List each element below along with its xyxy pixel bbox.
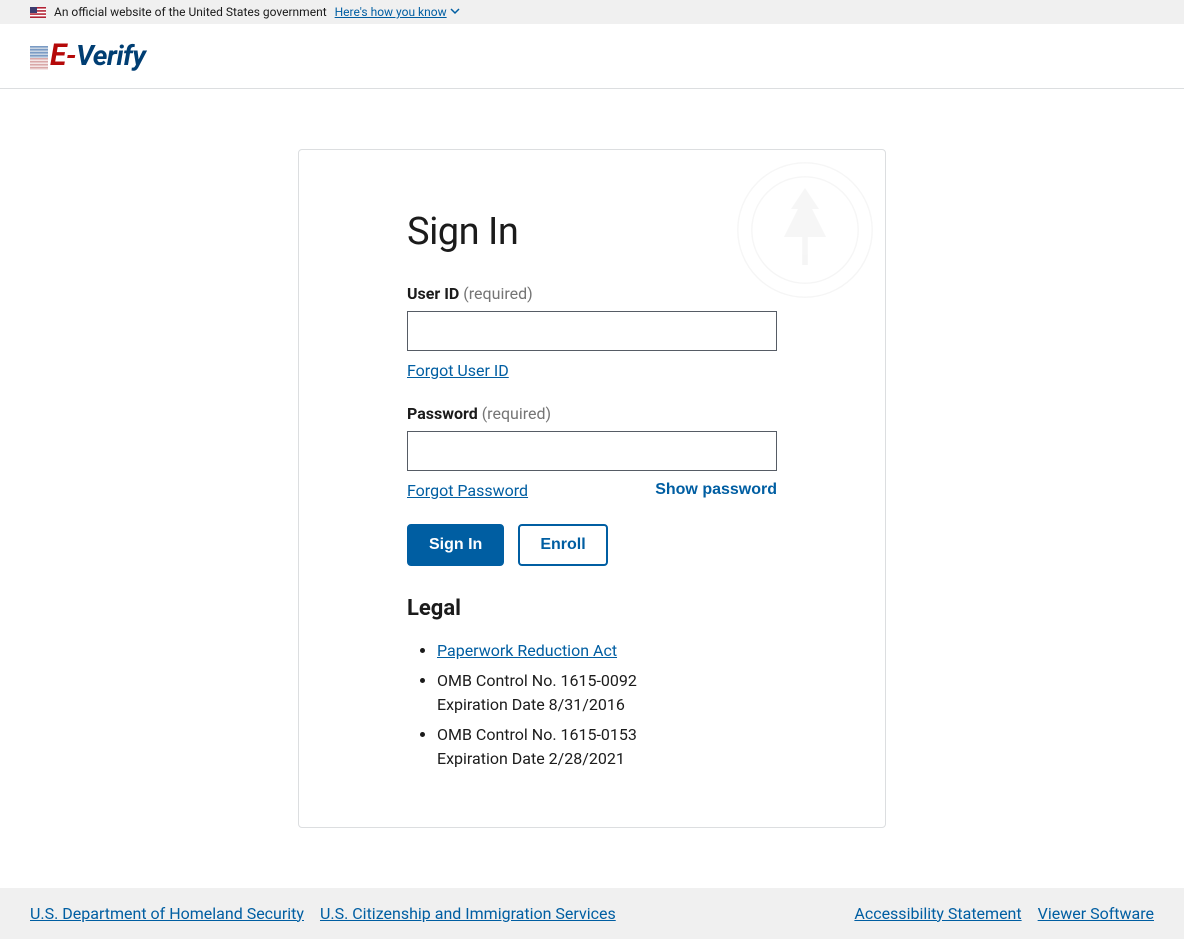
user-id-label-text: User ID (407, 284, 459, 303)
user-id-required-text: (required) (463, 284, 532, 303)
everify-logo[interactable]: E-Verify (30, 38, 145, 73)
chevron-down-icon (450, 5, 460, 19)
site-header: E-Verify (0, 24, 1184, 89)
footer-right: Accessibility Statement Viewer Software (854, 904, 1154, 923)
signin-heading: Sign In (407, 210, 777, 254)
legal-section: Legal Paperwork Reduction Act OMB Contro… (407, 596, 777, 771)
footer-left: U.S. Department of Homeland Security U.S… (30, 904, 616, 923)
password-label-text: Password (407, 404, 478, 423)
legal-heading: Legal (407, 596, 777, 621)
main-content: Sign In User ID (required) Forgot User I… (0, 89, 1184, 888)
list-item: Paperwork Reduction Act (437, 639, 777, 663)
list-item: OMB Control No. 1615-0092 Expiration Dat… (437, 669, 777, 717)
dhs-link[interactable]: U.S. Department of Homeland Security (30, 904, 304, 923)
omb-control-text: OMB Control No. 1615-0153 (437, 725, 637, 744)
logo-dash: - (66, 39, 76, 72)
legal-list: Paperwork Reduction Act OMB Control No. … (407, 639, 777, 771)
user-id-input[interactable] (407, 311, 777, 351)
logo-verify-text: Verify (76, 39, 145, 72)
logo-flag-icon (30, 44, 48, 68)
us-flag-icon (30, 7, 46, 18)
site-footer: U.S. Department of Homeland Security U.S… (0, 888, 1184, 939)
viewer-software-link[interactable]: Viewer Software (1038, 904, 1154, 923)
password-input[interactable] (407, 431, 777, 471)
uscis-link[interactable]: U.S. Citizenship and Immigration Service… (320, 904, 616, 923)
button-row: Sign In Enroll (407, 524, 777, 566)
gov-banner-expand-link[interactable]: Here's how you know (335, 5, 460, 19)
show-password-button[interactable]: Show password (655, 481, 777, 499)
omb-expiration-text: Expiration Date 2/28/2021 (437, 749, 625, 768)
password-group: Password (required) Forgot Password Show… (407, 404, 777, 500)
password-required-text: (required) (482, 404, 551, 423)
signin-button[interactable]: Sign In (407, 524, 504, 566)
user-id-group: User ID (required) Forgot User ID (407, 284, 777, 380)
forgot-user-id-link[interactable]: Forgot User ID (407, 361, 509, 380)
omb-control-text: OMB Control No. 1615-0092 (437, 671, 637, 690)
list-item: OMB Control No. 1615-0153 Expiration Dat… (437, 723, 777, 771)
paperwork-reduction-act-link[interactable]: Paperwork Reduction Act (437, 641, 617, 660)
user-id-label: User ID (required) (407, 284, 777, 303)
logo-letter-e: E (50, 38, 66, 73)
accessibility-link[interactable]: Accessibility Statement (854, 904, 1021, 923)
forgot-password-link[interactable]: Forgot Password (407, 481, 528, 500)
gov-banner: An official website of the United States… (0, 0, 1184, 24)
enroll-button[interactable]: Enroll (518, 524, 607, 566)
gov-banner-link-text: Here's how you know (335, 5, 447, 19)
omb-expiration-text: Expiration Date 8/31/2016 (437, 695, 625, 714)
dhs-seal-icon (735, 160, 875, 300)
gov-banner-text: An official website of the United States… (54, 5, 327, 19)
signin-card: Sign In User ID (required) Forgot User I… (298, 149, 886, 828)
password-label: Password (required) (407, 404, 777, 423)
